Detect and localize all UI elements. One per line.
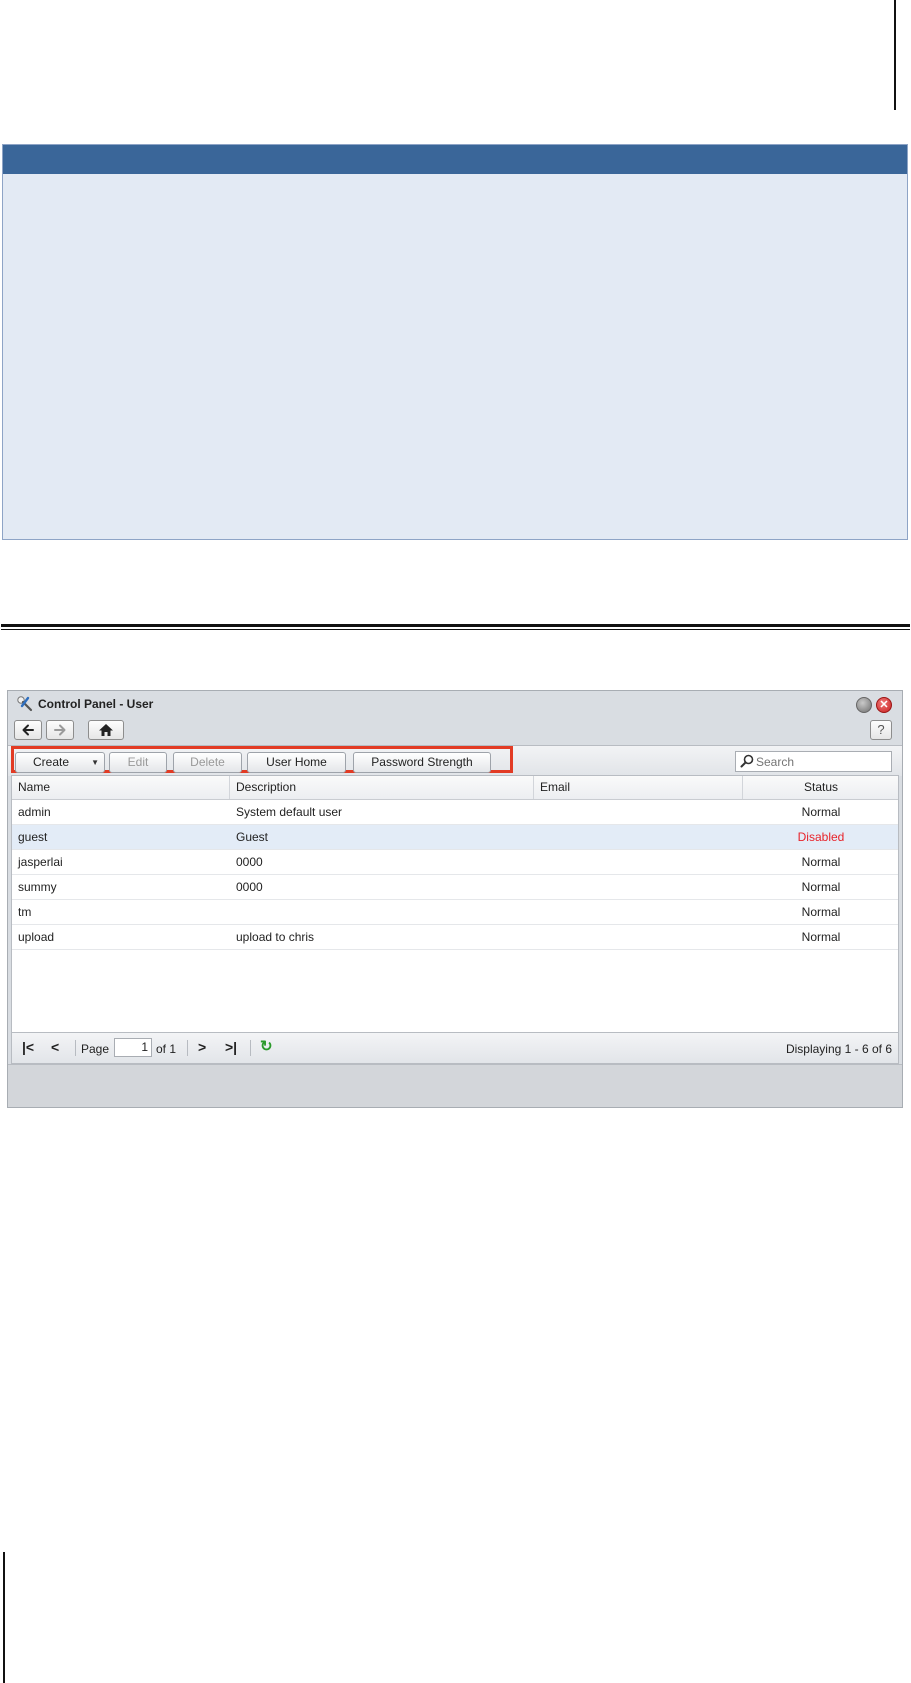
navigation-bar: ? bbox=[8, 717, 902, 745]
cell-name: tm bbox=[18, 905, 32, 919]
section-divider bbox=[1, 624, 910, 630]
grid-header: Name Description Email Status bbox=[12, 776, 898, 800]
table-row[interactable]: summy 0000 Normal bbox=[12, 875, 898, 900]
create-button-label: Create bbox=[33, 755, 70, 769]
pager-separator bbox=[75, 1040, 76, 1056]
table-row[interactable]: admin System default user Normal bbox=[12, 800, 898, 825]
pager-separator bbox=[250, 1040, 251, 1056]
cell-name: admin bbox=[18, 805, 51, 819]
table-row[interactable]: jasperlai 0000 Normal bbox=[12, 850, 898, 875]
search-input[interactable] bbox=[756, 753, 886, 770]
previous-page-icon[interactable]: < bbox=[51, 1039, 59, 1055]
toolbar: Create ▼ Edit Delete User Home Password … bbox=[8, 745, 902, 776]
search-icon bbox=[740, 754, 754, 768]
cell-status: Disabled bbox=[797, 830, 845, 844]
cell-name: summy bbox=[18, 880, 57, 894]
window-status-bar bbox=[8, 1064, 902, 1107]
user-grid: Name Description Email Status admin Syst… bbox=[11, 775, 899, 1033]
column-header-email[interactable]: Email bbox=[534, 776, 743, 799]
dropdown-caret-icon: ▼ bbox=[91, 758, 99, 767]
table-row[interactable]: upload upload to chris Normal bbox=[12, 925, 898, 950]
search-box[interactable] bbox=[735, 751, 892, 772]
pagination-bar: |< < Page 1 of 1 > >| ↻ Displaying 1 - 6… bbox=[11, 1033, 899, 1064]
home-icon bbox=[99, 724, 113, 736]
cell-description: Guest bbox=[236, 830, 269, 844]
back-button[interactable] bbox=[14, 720, 42, 740]
help-button[interactable]: ? bbox=[870, 720, 892, 740]
cell-description: 0000 bbox=[236, 855, 263, 869]
home-button[interactable] bbox=[88, 720, 124, 740]
delete-button[interactable]: Delete bbox=[173, 752, 242, 773]
cell-name: jasperlai bbox=[18, 855, 63, 869]
cell-status: Normal bbox=[801, 855, 841, 869]
page-label: Page bbox=[81, 1042, 110, 1056]
column-header-name[interactable]: Name bbox=[12, 776, 230, 799]
next-page-icon[interactable]: > bbox=[198, 1039, 206, 1055]
cell-status: Normal bbox=[801, 905, 841, 919]
cell-status: Normal bbox=[801, 930, 841, 944]
cell-status: Normal bbox=[801, 880, 841, 894]
title-bar[interactable]: Control Panel - User ✕ bbox=[8, 691, 902, 717]
cell-name: upload bbox=[18, 930, 55, 944]
forward-button[interactable] bbox=[46, 720, 74, 740]
cell-status: Normal bbox=[801, 805, 841, 819]
page-edge-rule-top bbox=[894, 0, 896, 110]
password-strength-button[interactable]: Password Strength bbox=[353, 752, 491, 773]
create-button[interactable]: Create ▼ bbox=[15, 752, 105, 773]
cell-description: 0000 bbox=[236, 880, 263, 894]
cell-description: upload to chris bbox=[236, 930, 315, 944]
refresh-icon[interactable]: ↻ bbox=[260, 1039, 273, 1055]
info-box-header-bar bbox=[3, 145, 907, 174]
table-row[interactable]: tm Normal bbox=[12, 900, 898, 925]
control-panel-icon bbox=[17, 696, 33, 712]
control-panel-window: Control Panel - User ✕ ? Create ▼ Edit D… bbox=[7, 690, 903, 1108]
table-row[interactable]: guest Guest Disabled bbox=[12, 825, 898, 850]
arrow-right-icon bbox=[54, 724, 66, 736]
first-page-icon[interactable]: |< bbox=[22, 1039, 34, 1055]
close-button[interactable]: ✕ bbox=[876, 697, 892, 713]
edit-button[interactable]: Edit bbox=[109, 752, 167, 773]
page-edge-rule-bottom bbox=[3, 1552, 5, 1683]
page-count-label: of 1 bbox=[156, 1042, 177, 1056]
pager-separator bbox=[187, 1040, 188, 1056]
column-header-status[interactable]: Status bbox=[743, 776, 899, 799]
cell-description: System default user bbox=[236, 805, 343, 819]
last-page-icon[interactable]: >| bbox=[225, 1039, 237, 1055]
page-number-input[interactable]: 1 bbox=[114, 1038, 152, 1057]
minimize-button[interactable] bbox=[856, 697, 872, 713]
grid-rows: admin System default user Normal guest G… bbox=[12, 800, 898, 950]
displaying-count: Displaying 1 - 6 of 6 bbox=[785, 1042, 892, 1056]
cell-name: guest bbox=[18, 830, 48, 844]
user-home-button[interactable]: User Home bbox=[247, 752, 346, 773]
window-title: Control Panel - User bbox=[38, 697, 154, 711]
column-header-description[interactable]: Description bbox=[230, 776, 534, 799]
info-box bbox=[2, 144, 908, 540]
arrow-left-icon bbox=[22, 724, 34, 736]
